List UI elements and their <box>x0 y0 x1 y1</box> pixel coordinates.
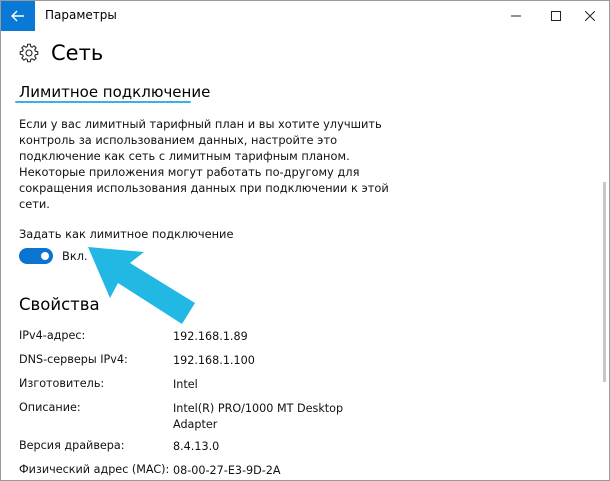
title-bar: Параметры <box>1 1 609 31</box>
property-name: DNS-серверы IPv4: <box>19 353 128 366</box>
back-arrow-icon <box>11 10 24 22</box>
settings-window: Параметры Сеть Лимитное подключение Если… <box>0 0 610 481</box>
description-line: Если у вас лимитный тарифный план и вы х… <box>19 117 382 131</box>
metered-description: Если у вас лимитный тарифный план и вы х… <box>19 116 389 213</box>
metered-connection-heading: Лимитное подключение <box>19 83 211 101</box>
property-value-line: Adapter <box>173 417 218 431</box>
maximize-icon <box>551 11 561 21</box>
maximize-button[interactable] <box>537 1 575 31</box>
property-value: 192.168.1.89 <box>173 330 248 343</box>
gear-icon <box>19 43 39 63</box>
annotation-arrow-icon <box>88 247 195 324</box>
description-line: сети. <box>19 197 50 212</box>
vertical-scrollbar[interactable] <box>603 182 606 382</box>
description-line: Некоторые приложения могут работать по-д… <box>19 165 360 180</box>
property-name: IPv4-адрес: <box>19 329 86 342</box>
page-title: Сеть <box>51 41 104 65</box>
property-name: Версия драйвера: <box>19 439 125 452</box>
property-name: Описание: <box>19 401 81 414</box>
metered-toggle-label: Задать как лимитное подключение <box>19 227 234 241</box>
heading-underline <box>15 101 191 103</box>
description-line: сокращения использования данных при подк… <box>19 181 389 196</box>
close-button[interactable] <box>571 1 609 31</box>
window-title: Параметры <box>45 8 117 22</box>
property-value: 8.4.13.0 <box>173 440 220 453</box>
minimize-icon <box>511 15 521 17</box>
property-value-line: Intel(R) PRO/1000 MT Desktop <box>173 402 344 415</box>
back-button[interactable] <box>1 1 35 31</box>
close-icon <box>585 11 595 21</box>
description-line: контроль за использованием данных, настр… <box>19 133 338 148</box>
property-value: Intel(R) PRO/1000 MT Desktop Adapter <box>173 401 343 432</box>
description-line: подключение как сеть с лимитным тарифным… <box>19 149 350 164</box>
property-value: Intel <box>173 378 198 391</box>
property-value: 08-00-27-E3-9D-2A <box>173 464 281 477</box>
property-name: Физический адрес (MAC): <box>19 463 170 476</box>
property-name: Изготовитель: <box>19 377 105 390</box>
toggle-knob <box>41 252 49 260</box>
page-header: Сеть <box>19 41 103 65</box>
minimize-button[interactable] <box>497 1 535 31</box>
property-value: 192.168.1.100 <box>173 354 255 367</box>
metered-toggle-switch[interactable] <box>19 248 53 264</box>
toggle-state-label: Вкл. <box>62 249 88 263</box>
